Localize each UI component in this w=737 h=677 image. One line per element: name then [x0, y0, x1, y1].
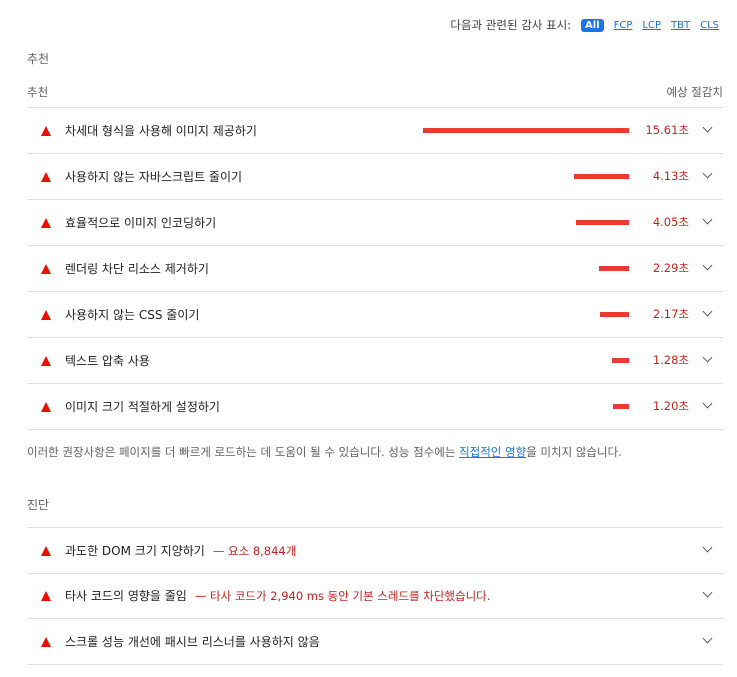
- savings-bar: [599, 266, 629, 271]
- chevron-down-icon[interactable]: [702, 214, 713, 225]
- savings-value: 4.13초: [652, 169, 689, 183]
- chevron-down-icon[interactable]: [702, 168, 713, 179]
- savings-value: 1.20초: [652, 399, 689, 413]
- savings-bar: [576, 220, 629, 225]
- opportunity-title: 이미지 크기 적절하게 설정하기: [65, 400, 220, 414]
- savings-bar: [423, 128, 629, 133]
- savings-value: 15.61초: [645, 123, 689, 137]
- direct-impact-link[interactable]: 직접적인 영향: [459, 445, 526, 459]
- opportunity-row[interactable]: 효율적으로 이미지 인코딩하기 4.05초: [27, 200, 723, 246]
- chevron-down-icon[interactable]: [702, 122, 713, 133]
- diagnostic-title: 타사 코드의 영향을 줄임: [65, 589, 187, 603]
- filter-label: 다음과 관련된 감사 표시:: [450, 18, 572, 32]
- diagnostic-title: 스크롤 성능 개선에 패시브 리스너를 사용하지 않음: [65, 635, 320, 649]
- opportunity-row[interactable]: 이미지 크기 적절하게 설정하기 1.20초: [27, 384, 723, 430]
- fail-triangle-icon: [41, 217, 51, 228]
- diagnostics-section-title: 진단: [27, 498, 50, 512]
- fail-triangle-icon: [41, 401, 51, 412]
- fail-triangle-icon: [41, 263, 51, 274]
- chevron-down-icon[interactable]: [702, 352, 713, 363]
- filter-lcp-button[interactable]: LCP: [642, 20, 661, 31]
- column-header-savings: 예상 절감치: [666, 85, 723, 99]
- audit-filter-bar: 다음과 관련된 감사 표시: All FCP LCP TBT CLS: [450, 16, 719, 34]
- chevron-down-icon[interactable]: [702, 306, 713, 317]
- fail-triangle-icon: [41, 590, 51, 601]
- opportunity-title: 사용하지 않는 자바스크립트 줄이기: [65, 170, 243, 184]
- savings-value: 1.28초: [652, 353, 689, 367]
- diagnostic-row[interactable]: 스크롤 성능 개선에 패시브 리스너를 사용하지 않음: [27, 619, 723, 665]
- opportunity-row[interactable]: 렌더링 차단 리소스 제거하기 2.29초: [27, 246, 723, 292]
- fail-triangle-icon: [41, 545, 51, 556]
- fail-triangle-icon: [41, 125, 51, 136]
- diagnostic-detail: — 요소 8,844개: [212, 543, 297, 558]
- diagnostic-title: 과도한 DOM 크기 지양하기: [65, 544, 205, 558]
- chevron-down-icon[interactable]: [702, 542, 713, 553]
- savings-value: 2.29초: [652, 261, 689, 275]
- diagnostic-row[interactable]: 타사 코드의 영향을 줄임 — 타사 코드가 2,940 ms 동안 기본 스레드…: [27, 573, 723, 619]
- savings-bar: [574, 174, 629, 179]
- savings-bar: [613, 404, 629, 409]
- opportunities-list-header: 추천 예상 절감치: [27, 84, 723, 108]
- note-text: 이러한 권장사항은 페이지를 더 빠르게 로드하는 데 도움이 될 수 있습니다…: [27, 445, 460, 459]
- opportunity-row[interactable]: 차세대 형식을 사용해 이미지 제공하기 15.61초: [27, 108, 723, 154]
- opportunities-note: 이러한 권장사항은 페이지를 더 빠르게 로드하는 데 도움이 될 수 있습니다…: [27, 444, 622, 460]
- chevron-down-icon[interactable]: [702, 398, 713, 409]
- savings-value: 4.05초: [652, 215, 689, 229]
- opportunity-title: 효율적으로 이미지 인코딩하기: [65, 216, 217, 230]
- opportunity-title: 차세대 형식을 사용해 이미지 제공하기: [65, 124, 257, 138]
- fail-triangle-icon: [41, 171, 51, 182]
- opportunity-title: 사용하지 않는 CSS 줄이기: [65, 308, 200, 322]
- filter-tbt-button[interactable]: TBT: [671, 20, 690, 31]
- filter-cls-button[interactable]: CLS: [700, 20, 719, 31]
- diagnostic-row[interactable]: 과도한 DOM 크기 지양하기 — 요소 8,844개: [27, 527, 723, 574]
- filter-all-button[interactable]: All: [581, 18, 604, 32]
- filter-fcp-button[interactable]: FCP: [614, 20, 633, 31]
- chevron-down-icon[interactable]: [702, 587, 713, 598]
- savings-value: 2.17초: [652, 307, 689, 321]
- opportunity-row[interactable]: 사용하지 않는 CSS 줄이기 2.17초: [27, 292, 723, 338]
- opportunity-row[interactable]: 텍스트 압축 사용 1.28초: [27, 338, 723, 384]
- opportunity-row[interactable]: 사용하지 않는 자바스크립트 줄이기 4.13초: [27, 154, 723, 200]
- savings-bar: [600, 312, 629, 317]
- column-header-left: 추천: [27, 85, 49, 99]
- opportunities-section-title: 추천: [27, 52, 50, 66]
- fail-triangle-icon: [41, 355, 51, 366]
- chevron-down-icon[interactable]: [702, 260, 713, 271]
- fail-triangle-icon: [41, 309, 51, 320]
- note-text-end: 을 미치지 않습니다.: [526, 445, 622, 459]
- fail-triangle-icon: [41, 636, 51, 647]
- chevron-down-icon[interactable]: [702, 633, 713, 644]
- opportunity-title: 렌더링 차단 리소스 제거하기: [65, 262, 209, 276]
- savings-bar: [612, 358, 629, 363]
- diagnostic-detail: — 타사 코드가 2,940 ms 동안 기본 스레드를 차단했습니다.: [194, 588, 491, 603]
- opportunity-title: 텍스트 압축 사용: [65, 354, 150, 368]
